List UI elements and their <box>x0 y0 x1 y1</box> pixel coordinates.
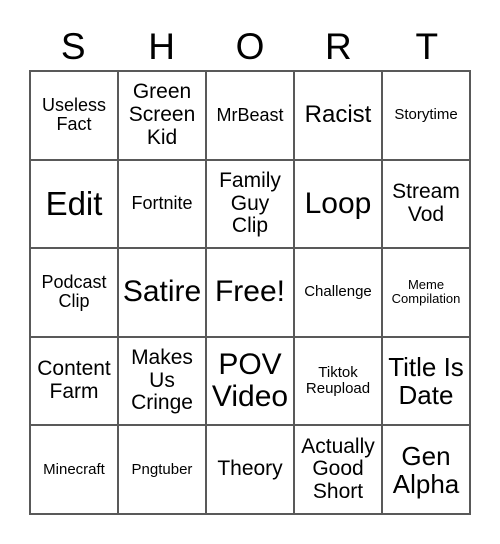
header-letter-2: H <box>148 25 175 67</box>
bingo-cell-r3-c2[interactable]: Satire <box>119 249 207 338</box>
bingo-cell-r2-c5[interactable]: Stream Vod <box>383 160 471 250</box>
bingo-card: S H O R T Useless Fact Green Screen Kid Mr… <box>0 0 500 544</box>
bingo-grid: Useless Fact Green Screen Kid MrBeast Racis… <box>29 70 471 515</box>
bingo-header-letters: S H O R T <box>29 22 471 70</box>
bingo-cell-r2-c1[interactable]: Edit <box>31 160 119 250</box>
bingo-cell-r1-c3[interactable]: MrBeast <box>207 72 295 161</box>
bingo-cell-r2-c4[interactable]: Loop <box>295 160 383 250</box>
bingo-cell-r5-c2[interactable]: Pngtuber <box>119 426 207 515</box>
bingo-cell-label: Fortnite <box>131 193 193 214</box>
bingo-cell-r5-c3[interactable]: Theory <box>207 426 295 515</box>
bingo-cell-r5-c1[interactable]: Minecraft <box>31 426 119 515</box>
bingo-cell-label: Family Guy Clip <box>219 168 281 238</box>
bingo-cell-r4-c3[interactable]: POV Video <box>207 337 295 427</box>
bingo-cell-r1-c5[interactable]: Storytime <box>383 72 471 161</box>
bingo-cell-label: Storytime <box>394 106 458 124</box>
bingo-cell-label: Stream Vod <box>392 180 460 226</box>
bingo-cell-label: Loop <box>304 186 372 220</box>
bingo-cell-label: Content Farm <box>37 357 111 404</box>
bingo-cell-r1-c2[interactable]: Green Screen Kid <box>119 72 207 161</box>
bingo-cell-label: Actually Good Short <box>301 434 375 504</box>
bingo-cell-label: Makes Us Cringe <box>131 346 193 415</box>
bingo-cell-label: Theory <box>217 457 283 481</box>
bingo-cell-label: Pngtuber <box>131 460 193 478</box>
header-letter-1: S <box>60 25 86 67</box>
bingo-cell-r3-c4[interactable]: Challenge <box>295 249 383 338</box>
bingo-cell-label: Tiktok Reupload <box>305 363 371 398</box>
bingo-cell-label: Free! <box>214 275 286 309</box>
bingo-cell-r4-c4[interactable]: Tiktok Reupload <box>295 337 383 427</box>
bingo-cell-label: Podcast Clip <box>41 272 107 312</box>
bingo-cell-label: Meme Compilation <box>391 277 461 307</box>
header-letter-4: R <box>325 25 352 67</box>
header-letter-3: O <box>235 25 265 67</box>
bingo-cell-label: Satire <box>122 275 202 309</box>
bingo-cell-label: Title Is Date <box>388 352 464 411</box>
bingo-cell-r4-c5[interactable]: Title Is Date <box>383 337 471 427</box>
bingo-cell-label: POV Video <box>211 347 289 414</box>
bingo-cell-r4-c2[interactable]: Makes Us Cringe <box>119 337 207 427</box>
bingo-cell-label: Edit <box>45 185 103 223</box>
bingo-cell-r3-c5[interactable]: Meme Compilation <box>383 249 471 338</box>
bingo-cell-label: Minecraft <box>43 460 105 478</box>
bingo-cell-r5-c4[interactable]: Actually Good Short <box>295 426 383 515</box>
bingo-cell-r1-c1[interactable]: Useless Fact <box>31 72 119 161</box>
bingo-cell-label: Gen Alpha <box>392 440 460 499</box>
bingo-cell-label: Challenge <box>304 283 372 301</box>
bingo-cell-r3-c3[interactable]: Free! <box>207 249 295 338</box>
header-letter-5: T <box>415 25 439 67</box>
bingo-cell-label: Racist <box>304 101 372 129</box>
bingo-cell-label: Green Screen Kid <box>128 80 196 149</box>
bingo-cell-label: Useless Fact <box>41 94 107 135</box>
bingo-cell-r1-c4[interactable]: Racist <box>295 72 383 161</box>
bingo-cell-r4-c1[interactable]: Content Farm <box>31 337 119 427</box>
bingo-cell-label: MrBeast <box>216 104 284 125</box>
bingo-cell-r2-c2[interactable]: Fortnite <box>119 160 207 250</box>
bingo-cell-r5-c5[interactable]: Gen Alpha <box>383 426 471 515</box>
bingo-cell-r2-c3[interactable]: Family Guy Clip <box>207 160 295 250</box>
bingo-cell-r3-c1[interactable]: Podcast Clip <box>31 249 119 338</box>
